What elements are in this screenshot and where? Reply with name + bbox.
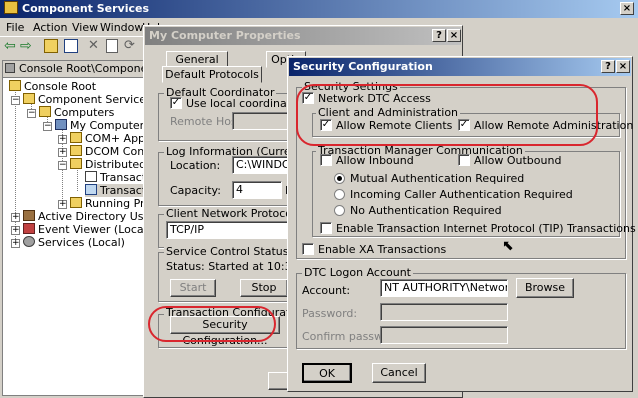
folder-icon <box>23 93 35 104</box>
tree-item-my-computer[interactable]: My Computer <box>55 119 144 132</box>
incoming-caller-auth-radio[interactable] <box>334 189 345 200</box>
users-icon <box>23 210 35 221</box>
tree-item-services[interactable]: Services (Local) <box>23 236 125 249</box>
allow-inbound-label[interactable]: Allow Inbound <box>336 154 414 167</box>
collapse-icon[interactable]: − <box>11 96 20 105</box>
show-tree-icon[interactable] <box>64 39 78 53</box>
location-label: Location: <box>170 159 221 172</box>
no-auth-radio[interactable] <box>334 205 345 216</box>
expand-icon[interactable]: + <box>58 200 67 209</box>
back-icon[interactable]: ⇦ <box>4 39 16 53</box>
tab-default-protocols[interactable]: Default Protocols <box>162 66 262 83</box>
start-button[interactable]: Start <box>170 279 216 297</box>
expand-icon[interactable]: + <box>58 148 67 157</box>
capacity-field[interactable]: 4 <box>232 181 282 199</box>
expand-icon[interactable]: + <box>58 135 67 144</box>
collapse-icon[interactable]: − <box>27 109 36 118</box>
collapse-icon[interactable]: − <box>58 161 67 170</box>
folder-icon <box>70 145 82 156</box>
allow-outbound-label[interactable]: Allow Outbound <box>474 154 561 167</box>
security-dialog-title: Security Configuration <box>293 60 433 73</box>
cancel-button[interactable]: Cancel <box>372 363 426 383</box>
expand-icon[interactable]: + <box>11 239 20 248</box>
computer-icon <box>55 119 67 130</box>
folder-icon <box>70 158 82 169</box>
security-button-highlight <box>148 306 276 342</box>
console-icon <box>5 63 15 73</box>
properties-close-button[interactable]: × <box>447 29 461 42</box>
account-label: Account: <box>302 284 351 297</box>
tip-label[interactable]: Enable Transaction Internet Protocol (TI… <box>336 222 636 235</box>
menu-view[interactable]: View <box>72 21 98 34</box>
allow-outbound-checkbox[interactable] <box>458 154 470 166</box>
incoming-caller-auth-label[interactable]: Incoming Caller Authentication Required <box>350 188 573 201</box>
properties-title: My Computer Properties <box>149 29 301 42</box>
remote-host-field[interactable] <box>232 112 292 130</box>
menu-file[interactable]: File <box>6 21 24 34</box>
tree-item-computers[interactable]: Computers <box>39 106 114 119</box>
stop-button[interactable]: Stop <box>240 279 288 297</box>
mutual-auth-label[interactable]: Mutual Authentication Required <box>350 172 524 185</box>
client-protocol-field[interactable]: TCP/IP <box>166 221 292 239</box>
collapse-icon[interactable]: − <box>43 122 52 131</box>
up-folder-icon[interactable] <box>44 39 58 53</box>
tree-pane: Console Root\Component S Console Root − … <box>2 60 185 396</box>
main-title-bar: Component Services <box>0 0 638 18</box>
list-icon <box>85 171 97 182</box>
menu-action[interactable]: Action <box>33 21 67 34</box>
ok-button[interactable]: OK <box>302 363 352 383</box>
use-local-coordinator-label: Use local coordinator <box>186 97 303 110</box>
password-field[interactable] <box>380 303 508 321</box>
allow-inbound-checkbox[interactable] <box>320 154 332 166</box>
confirm-password-field[interactable] <box>380 326 508 344</box>
forward-icon[interactable]: ⇨ <box>20 39 32 53</box>
toolbar: ⇦ ⇨ ✕ ⟳ <box>0 36 145 57</box>
security-close-button[interactable]: × <box>616 60 630 73</box>
tree-item-console-root[interactable]: Console Root <box>9 80 96 93</box>
menu-window[interactable]: Window <box>100 21 143 34</box>
app-icon <box>4 1 18 14</box>
location-field[interactable]: C:\WINDOWS\ <box>232 156 292 174</box>
tree-item-event-viewer[interactable]: Event Viewer (Local) <box>23 223 151 236</box>
dtc-logon-legend: DTC Logon Account <box>302 266 413 279</box>
refresh-icon[interactable]: ⟳ <box>124 38 135 53</box>
chart-icon <box>85 184 97 195</box>
delete-icon[interactable]: ✕ <box>88 38 99 53</box>
account-field[interactable]: NT AUTHORITY\NetworkServic <box>380 279 508 297</box>
properties-help-button[interactable]: ? <box>432 29 446 42</box>
folder-icon <box>70 197 82 208</box>
mouse-cursor-icon: ⬉ <box>502 238 514 254</box>
main-window-title: Component Services <box>22 2 150 15</box>
folder-icon <box>9 80 21 91</box>
properties-icon[interactable] <box>106 39 118 53</box>
browse-button[interactable]: Browse <box>516 278 574 298</box>
mutual-auth-radio[interactable] <box>334 173 345 184</box>
tree-header: Console Root\Component S <box>3 61 169 78</box>
expand-icon[interactable]: + <box>11 213 20 222</box>
enable-xa-label[interactable]: Enable XA Transactions <box>318 243 446 256</box>
folder-icon <box>39 106 51 117</box>
enable-xa-checkbox[interactable] <box>302 243 314 255</box>
properties-title-bar: My Computer Properties <box>145 27 461 45</box>
security-help-button[interactable]: ? <box>601 60 615 73</box>
password-label: Password: <box>302 307 358 320</box>
security-title-bar: Security Configuration <box>289 58 631 76</box>
main-close-button[interactable]: × <box>620 2 634 15</box>
menu-bar: File Action View Window Help <box>0 18 167 36</box>
event-icon <box>23 223 35 234</box>
tip-checkbox[interactable] <box>320 222 332 234</box>
gear-icon <box>23 236 35 247</box>
expand-icon[interactable]: + <box>11 226 20 235</box>
no-auth-label[interactable]: No Authentication Required <box>350 204 502 217</box>
tree-item-component-services[interactable]: Component Services <box>23 93 152 106</box>
folder-icon <box>70 132 82 143</box>
use-local-coordinator-checkbox[interactable]: ✓ <box>170 97 182 109</box>
capacity-label: Capacity: <box>170 184 221 197</box>
security-settings-highlight <box>296 84 598 146</box>
